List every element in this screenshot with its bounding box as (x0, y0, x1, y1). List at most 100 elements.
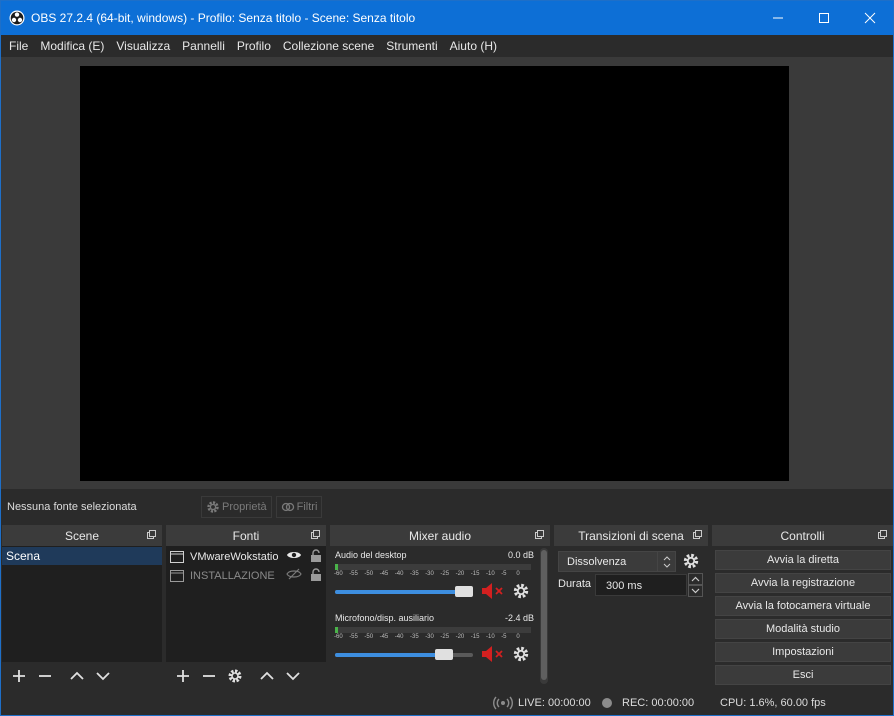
controls-dock-header[interactable]: Controlli (712, 525, 893, 546)
scale-tick-label: -35 (410, 634, 419, 640)
filters-button[interactable]: Filtri (275, 495, 323, 518)
scale-tick-label: -25 (440, 571, 450, 577)
move-source-down-button[interactable] (280, 664, 306, 688)
scale-tick-label: -20 (455, 634, 465, 640)
move-source-up-button[interactable] (254, 664, 280, 688)
float-dock-icon[interactable] (535, 530, 544, 539)
gear-icon[interactable] (512, 645, 530, 663)
volume-meter (335, 564, 531, 570)
scenes-dock-header[interactable]: Scene (2, 525, 162, 546)
channel-db: 0.0 dB (507, 550, 534, 560)
exit-button[interactable]: Esci (715, 665, 891, 685)
scale-tick-label: -25 (440, 634, 450, 640)
unlock-icon[interactable] (310, 549, 322, 563)
mixer-channel: Audio del desktop 0.0 dB -60 -55 -50 -45 -40… (334, 550, 534, 610)
sources-toolbar (166, 662, 326, 689)
move-scene-up-button[interactable] (64, 664, 90, 688)
float-dock-icon[interactable] (311, 530, 320, 539)
source-item[interactable]: VMwareWokstatio (166, 548, 326, 565)
eye-hidden-icon[interactable] (286, 568, 302, 580)
maximize-button[interactable] (801, 1, 847, 35)
menu-modifica[interactable]: Modifica (E) (34, 35, 110, 57)
gear-icon[interactable] (512, 582, 530, 600)
status-bar: LIVE: 00:00:00 REC: 00:00:00 CPU: 1.6%, … (1, 691, 893, 715)
select-arrows-icon (657, 552, 675, 571)
scale-tick-label: -15 (470, 571, 480, 577)
slider-handle[interactable] (435, 649, 453, 660)
menu-visualizza[interactable]: Visualizza (110, 35, 176, 57)
scale-tick-label: -10 (486, 634, 495, 640)
scale-tick-label: -10 (486, 571, 495, 577)
menu-collezione-scene[interactable]: Collezione scene (277, 35, 380, 57)
duration-stepper[interactable] (688, 573, 703, 597)
live-status: LIVE: 00:00:00 (518, 697, 591, 709)
float-dock-icon[interactable] (693, 530, 702, 539)
transition-select[interactable]: Dissolvenza (558, 551, 676, 572)
remove-source-button[interactable] (196, 664, 222, 688)
start-virtual-camera-button[interactable]: Avvia la fotocamera virtuale (715, 596, 891, 616)
audio-mixer-dock: Mixer audio Audio del desktop 0.0 dB -60… (330, 525, 550, 689)
volume-meter (335, 627, 531, 633)
source-properties-button[interactable] (222, 664, 248, 688)
properties-button[interactable]: Proprietà (201, 495, 272, 518)
volume-slider[interactable] (335, 649, 473, 660)
transitions-dock-header[interactable]: Transizioni di scena (554, 525, 708, 546)
gear-icon (228, 669, 242, 682)
window-title: OBS 27.2.4 (64-bit, windows) - Profilo: … (31, 11, 416, 25)
settings-button[interactable]: Impostazioni (715, 642, 891, 662)
float-dock-icon[interactable] (878, 530, 887, 539)
volume-slider[interactable] (335, 586, 473, 597)
close-button[interactable] (847, 1, 893, 35)
transitions-dock-title: Transizioni di scena (578, 528, 684, 543)
duration-input[interactable]: 300 ms (595, 574, 687, 596)
add-scene-button[interactable] (6, 664, 32, 688)
eye-icon[interactable] (286, 549, 302, 561)
scale-tick-label: -60 (334, 571, 343, 577)
chevron-down-icon (96, 671, 110, 680)
move-scene-down-button[interactable] (90, 664, 116, 688)
minimize-button[interactable] (755, 1, 801, 35)
start-streaming-button[interactable]: Avvia la diretta (715, 550, 891, 570)
maximize-icon (819, 13, 829, 23)
menu-aiuto[interactable]: Aiuto (H) (444, 35, 503, 57)
transitions-dock: Transizioni di scena Dissolvenza Durata … (554, 525, 708, 689)
speaker-muted-icon[interactable] (480, 582, 506, 600)
add-source-button[interactable] (170, 664, 196, 688)
menu-strumenti[interactable]: Strumenti (380, 35, 443, 57)
close-icon (864, 12, 876, 24)
studio-mode-button[interactable]: Modalità studio (715, 619, 891, 639)
sources-dock: Fonti VMwareWokstatio INSTALLAZIONE (166, 525, 326, 689)
slider-handle[interactable] (455, 586, 473, 597)
mixer-dock-header[interactable]: Mixer audio (330, 525, 550, 546)
mixer-channels: Audio del desktop 0.0 dB -60 -55 -50 -45 -40… (330, 546, 550, 689)
scenes-dock-title: Scene (64, 528, 100, 543)
scale-tick-label: -15 (470, 634, 480, 640)
preview-canvas[interactable] (80, 66, 789, 481)
float-dock-icon[interactable] (147, 530, 156, 539)
sources-dock-header[interactable]: Fonti (166, 525, 326, 546)
mixer-scrollbar[interactable] (540, 548, 548, 684)
menu-file[interactable]: File (3, 35, 34, 57)
chevron-up-icon (260, 671, 274, 680)
properties-label: Proprietà (222, 500, 267, 513)
scenes-toolbar (2, 662, 162, 689)
title-bar[interactable]: OBS 27.2.4 (64-bit, windows) - Profilo: … (1, 1, 893, 35)
unlock-icon[interactable] (310, 568, 322, 582)
scale-tick-label: -20 (455, 571, 465, 577)
scene-item[interactable]: Scena (2, 547, 162, 565)
filter-icon (281, 502, 294, 511)
gear-icon[interactable] (682, 552, 700, 570)
channel-db: -2.4 dB (504, 613, 534, 623)
menu-profilo[interactable]: Profilo (231, 35, 277, 57)
menu-pannelli[interactable]: Pannelli (176, 35, 231, 57)
remove-scene-button[interactable] (32, 664, 58, 688)
menu-bar: File Modifica (E) Visualizza Pannelli Pr… (1, 35, 893, 57)
broadcast-icon (493, 696, 513, 710)
no-source-label: Nessuna fonte selezionata (7, 500, 137, 513)
mixer-dock-title: Mixer audio (408, 528, 472, 543)
speaker-muted-icon[interactable] (480, 645, 506, 663)
meter-scale: -60 -55 -50 -45 -40 -35 -30 -25 -20 -15 -10 -5 0 (334, 571, 534, 581)
source-item[interactable]: INSTALLAZIONE (166, 567, 326, 584)
start-recording-button[interactable]: Avvia la registrazione (715, 573, 891, 593)
controls-dock: Controlli Avvia la diretta Avvia la regi… (712, 525, 893, 689)
